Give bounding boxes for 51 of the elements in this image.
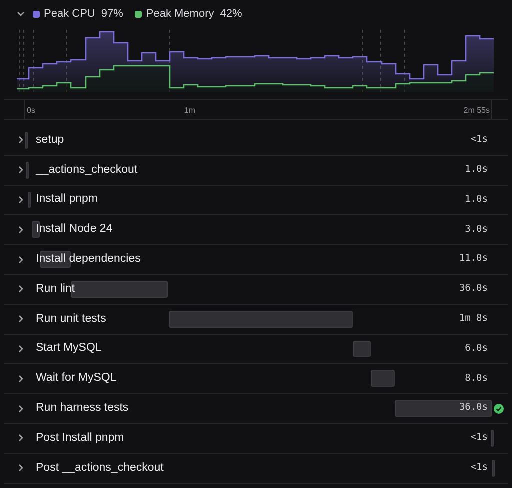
chevron-right-icon[interactable] xyxy=(17,256,25,264)
step-duration: 8.0s xyxy=(465,372,488,386)
chevron-right-icon[interactable] xyxy=(17,404,25,413)
step-name[interactable]: Wait for MySQL xyxy=(36,370,117,388)
legend-value: 97% xyxy=(101,6,124,22)
chevron-down-icon[interactable] xyxy=(17,10,25,18)
step-duration: 1.0s xyxy=(465,163,488,178)
axis-label: 1m xyxy=(184,105,196,117)
step-duration: 11.0s xyxy=(459,252,488,266)
step-duration: 1.0s xyxy=(465,192,488,207)
legend-label: Peak Memory xyxy=(146,6,214,22)
duration-bar xyxy=(24,132,28,149)
step-name[interactable]: Install Node 24 xyxy=(36,221,113,238)
step-name[interactable]: Install dependencies xyxy=(36,250,141,268)
step-duration: 1m 8s xyxy=(459,312,488,326)
chevron-right-icon[interactable] xyxy=(17,166,25,174)
chevron-right-icon[interactable] xyxy=(17,374,25,383)
step-name[interactable]: Install pnpm xyxy=(36,191,98,209)
chevron-right-icon[interactable] xyxy=(17,464,25,472)
step-duration: <1s xyxy=(470,461,488,476)
legend-label: Peak CPU xyxy=(44,6,96,22)
step-name[interactable]: Run unit tests xyxy=(36,310,106,328)
step-duration: <1s xyxy=(470,133,488,148)
axis-label: 0s xyxy=(27,105,36,117)
chevron-right-icon[interactable] xyxy=(17,226,25,234)
duration-bar xyxy=(28,192,32,208)
chevron-right-icon[interactable] xyxy=(17,344,25,353)
duration-bar xyxy=(492,460,496,477)
duration-bar xyxy=(26,162,29,179)
step-duration: 3.0s xyxy=(465,222,488,237)
step-name[interactable]: Run lint xyxy=(36,280,75,298)
legend-value: 42% xyxy=(220,6,242,22)
chevron-right-icon[interactable] xyxy=(17,315,25,324)
step-duration: <1s xyxy=(470,431,488,446)
step-name[interactable]: setup xyxy=(36,132,64,150)
duration-bar xyxy=(353,340,371,358)
duration-bar xyxy=(490,430,494,447)
step-duration: 36.0s xyxy=(459,282,488,296)
step-duration: 36.0s xyxy=(459,401,488,416)
step-name[interactable]: __actions_checkout xyxy=(36,162,138,179)
chevron-right-icon[interactable] xyxy=(17,434,25,442)
duration-bar xyxy=(370,370,395,388)
chevron-right-icon[interactable] xyxy=(17,136,25,144)
step-name[interactable]: Post Install pnpm xyxy=(36,430,124,447)
step-name[interactable]: Run harness tests xyxy=(36,400,129,418)
axis-label: 2m 55s xyxy=(464,105,490,117)
step-duration: 6.0s xyxy=(465,342,488,356)
chevron-right-icon[interactable] xyxy=(17,285,25,294)
step-name[interactable]: Start MySQL xyxy=(36,340,102,358)
step-name[interactable]: Post __actions_checkout xyxy=(36,460,164,477)
chevron-right-icon[interactable] xyxy=(17,196,25,204)
